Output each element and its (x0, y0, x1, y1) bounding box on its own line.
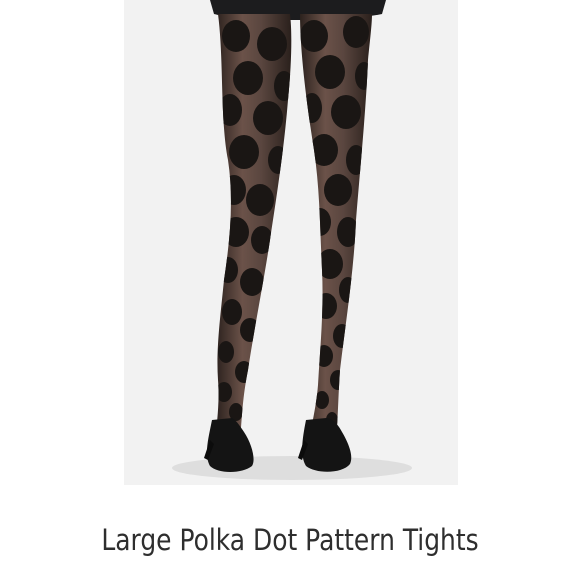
product-title: Large Polka Dot Pattern Tights (101, 523, 479, 557)
product-card: Large Polka Dot Pattern Tights (0, 0, 580, 580)
photo-background (124, 0, 458, 485)
polka-dot-tights-illustration (124, 0, 458, 485)
product-photo[interactable] (124, 0, 458, 485)
